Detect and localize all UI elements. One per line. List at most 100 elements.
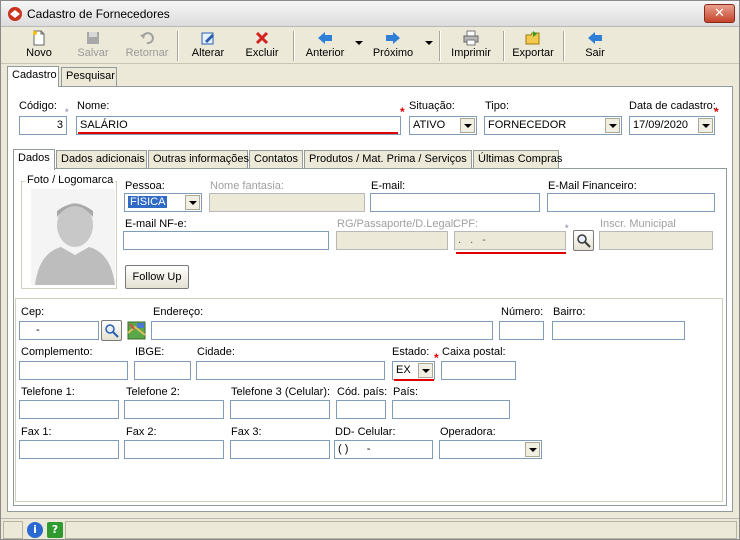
tipo-label: Tipo:: [485, 100, 510, 112]
cpf-field[interactable]: . . -: [454, 231, 566, 250]
situacao-value: ATIVO: [413, 119, 446, 131]
tipo-select[interactable]: FORNECEDOR: [484, 116, 622, 135]
cep-search-button[interactable]: [101, 320, 122, 341]
codigo-marker: *: [65, 107, 69, 117]
estado-required-underline: [394, 379, 434, 381]
tab-produtos[interactable]: Produtos / Mat. Prima / Serviços: [304, 150, 472, 169]
complemento-label: Complemento:: [21, 346, 93, 358]
cep-field[interactable]: -: [19, 321, 99, 340]
tab-cadastro[interactable]: Cadastro: [7, 66, 59, 87]
arrow-right-icon: [386, 32, 400, 44]
cod-pais-field[interactable]: [336, 400, 386, 419]
endereco-field[interactable]: [151, 321, 493, 340]
nome-required-underline: [78, 132, 398, 134]
calendar-dropdown-icon[interactable]: [698, 118, 713, 133]
cidade-field[interactable]: [196, 361, 385, 380]
salvar-button[interactable]: Salvar: [69, 28, 117, 64]
operadora-select[interactable]: [439, 440, 542, 459]
endereco-label: Endereço:: [153, 306, 204, 318]
imprimir-label: Imprimir: [451, 47, 491, 59]
cidade-label: Cidade:: [197, 346, 235, 358]
imprimir-button[interactable]: Imprimir: [447, 28, 495, 64]
telefone1-field[interactable]: [19, 400, 119, 419]
nome-required-marker: *: [400, 105, 405, 119]
rg-field[interactable]: [336, 231, 448, 250]
telefone1-label: Telefone 1:: [21, 386, 75, 398]
novo-button[interactable]: Novo: [15, 28, 63, 64]
chevron-down-icon[interactable]: [460, 118, 475, 133]
photo-placeholder-icon[interactable]: [31, 189, 115, 285]
tab-contatos[interactable]: Contatos: [249, 150, 303, 169]
anterior-dropdown-arrow[interactable]: [355, 41, 363, 45]
magnifier-icon: [105, 324, 119, 338]
operadora-label: Operadora:: [440, 426, 496, 438]
tab-dados-adicionais[interactable]: Dados adicionais: [56, 150, 147, 169]
email-nfe-field[interactable]: [123, 231, 329, 250]
numero-field[interactable]: [499, 321, 544, 340]
sair-button[interactable]: Sair: [571, 28, 619, 64]
pais-field[interactable]: [392, 400, 510, 419]
bairro-field[interactable]: [552, 321, 685, 340]
chevron-down-icon[interactable]: [525, 442, 540, 457]
telefone3-field[interactable]: [230, 400, 330, 419]
anterior-button[interactable]: Anterior: [301, 28, 349, 64]
telefone2-field[interactable]: [124, 400, 224, 419]
novo-label: Novo: [26, 47, 52, 59]
toolbar-separator: [503, 31, 505, 61]
email-financeiro-field[interactable]: [547, 193, 715, 212]
excluir-button[interactable]: Excluir: [239, 28, 285, 64]
chevron-down-icon[interactable]: [605, 118, 620, 133]
window-title: Cadastro de Fornecedores: [27, 7, 170, 21]
chevron-down-icon[interactable]: [185, 195, 200, 210]
help-icon[interactable]: ?: [47, 522, 63, 538]
fax3-field[interactable]: [230, 440, 330, 459]
data-cadastro-value: 17/09/2020: [633, 119, 689, 131]
situacao-select[interactable]: ATIVO: [409, 116, 477, 135]
map-icon[interactable]: [127, 321, 146, 340]
pessoa-select[interactable]: FÍSICA: [124, 193, 202, 212]
sair-label: Sair: [585, 47, 605, 59]
new-document-icon: [33, 30, 45, 46]
proximo-button[interactable]: Próximo: [369, 28, 417, 64]
tab-ultimas-compras[interactable]: Últimas Compras: [473, 150, 562, 169]
foto-label: Foto / Logomarca: [25, 174, 116, 186]
tab-pesquisar[interactable]: Pesquisar: [61, 67, 117, 86]
retornar-label: Retornar: [125, 47, 169, 59]
caixa-postal-field[interactable]: [441, 361, 516, 380]
alterar-label: Alterar: [191, 47, 225, 59]
printer-icon: [463, 30, 479, 46]
email-label: E-mail:: [371, 180, 406, 192]
inscr-municipal-field[interactable]: [599, 231, 713, 250]
fax2-field[interactable]: [124, 440, 224, 459]
tab-dados[interactable]: Dados: [13, 149, 55, 170]
dd-celular-field[interactable]: ( ) -: [334, 440, 433, 459]
data-cadastro-label: Data de cadastro:: [629, 100, 716, 112]
info-icon[interactable]: i: [27, 522, 43, 538]
codigo-field[interactable]: 3: [19, 116, 67, 135]
window: Cadastro de Fornecedores ✕ Novo Salvar R…: [0, 0, 740, 540]
nome-fantasia-label: Nome fantasia:: [210, 180, 284, 192]
nome-fantasia-field[interactable]: [209, 193, 365, 212]
estado-select[interactable]: EX: [392, 361, 435, 380]
export-folder-icon: [525, 31, 540, 45]
close-window-button[interactable]: ✕: [704, 4, 735, 23]
exportar-button[interactable]: Exportar: [509, 28, 557, 64]
proximo-dropdown-arrow[interactable]: [425, 41, 433, 45]
tab-outras-informacoes[interactable]: Outras informações: [148, 150, 249, 169]
numero-label: Número:: [501, 306, 544, 318]
follow-up-button[interactable]: Follow Up: [125, 265, 189, 289]
email-nfe-label: E-mail NF-e:: [125, 218, 187, 230]
email-field[interactable]: [370, 193, 540, 212]
chevron-down-icon[interactable]: [418, 363, 433, 378]
fax1-field[interactable]: [19, 440, 119, 459]
app-icon: [8, 7, 22, 21]
cod-pais-label: Cód. país:: [337, 386, 388, 398]
estado-value: EX: [396, 364, 411, 376]
ibge-field[interactable]: [134, 361, 191, 380]
complemento-field[interactable]: [19, 361, 128, 380]
cpf-search-button[interactable]: [573, 230, 594, 251]
alterar-button[interactable]: Alterar: [185, 28, 231, 64]
retornar-button[interactable]: Retornar: [122, 28, 172, 64]
estado-label: Estado:: [392, 346, 430, 358]
data-cadastro-picker[interactable]: 17/09/2020: [629, 116, 715, 135]
